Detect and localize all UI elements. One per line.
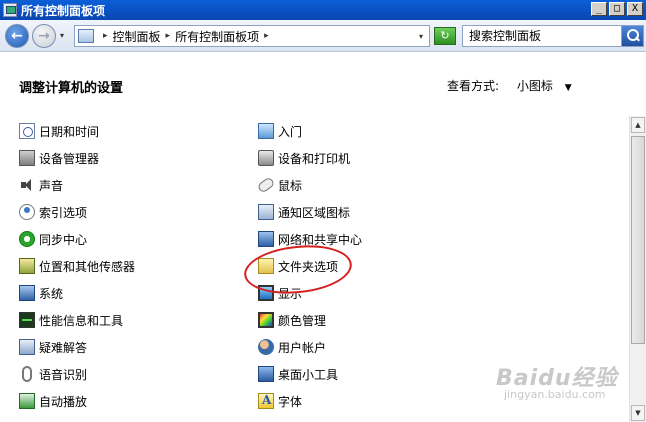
- item-speech-recognition[interactable]: 语音识别: [19, 365, 87, 383]
- users-icon: [258, 339, 274, 355]
- item-indexing-options[interactable]: 索引选项: [19, 203, 87, 221]
- system-icon: [19, 285, 35, 301]
- mouse-icon: [256, 176, 276, 194]
- baidu-watermark: Baidu经验 jingyan.baidu.com: [496, 360, 618, 401]
- address-bar[interactable]: ▸ 控制面板 ▸ 所有控制面板项 ▸ ▾: [74, 25, 430, 47]
- fonts-icon: [258, 393, 274, 409]
- minimize-button[interactable]: _: [591, 2, 607, 16]
- item-fonts[interactable]: 字体: [258, 392, 302, 410]
- item-system[interactable]: 系统: [19, 284, 63, 302]
- maximize-button[interactable]: □: [609, 2, 625, 16]
- control-panel-icon: [3, 3, 17, 17]
- scroll-up-icon[interactable]: ▲: [631, 117, 645, 133]
- scroll-down-icon[interactable]: ▼: [631, 405, 645, 421]
- watermark-url: jingyan.baidu.com: [504, 388, 606, 401]
- page-title: 调整计算机的设置: [19, 81, 124, 96]
- search-input[interactable]: [463, 27, 619, 45]
- troubleshoot-icon: [19, 339, 35, 355]
- item-getting-started[interactable]: 入门: [258, 122, 302, 140]
- color-management-icon: [258, 312, 274, 328]
- item-location-sensors[interactable]: 位置和其他传感器: [19, 257, 135, 275]
- search-icon[interactable]: [621, 26, 643, 46]
- speaker-icon: [19, 177, 35, 193]
- search-box[interactable]: [462, 25, 644, 47]
- scrollbar-thumb[interactable]: [631, 136, 645, 344]
- view-by: 查看方式: 小图标 ▼: [447, 77, 572, 94]
- item-color-management[interactable]: 颜色管理: [258, 311, 326, 329]
- control-panel-small-icon: [78, 29, 94, 43]
- vertical-scrollbar[interactable]: ▲ ▼: [629, 116, 646, 422]
- back-button[interactable]: ←: [5, 24, 29, 48]
- item-sync-center[interactable]: 同步中心: [19, 230, 87, 248]
- address-dropdown-icon[interactable]: ▾: [419, 32, 423, 41]
- forward-button[interactable]: →: [32, 24, 56, 48]
- breadcrumb-control-panel[interactable]: 控制面板: [113, 28, 161, 45]
- refresh-button[interactable]: ↻: [434, 27, 456, 45]
- close-button[interactable]: X: [627, 2, 643, 16]
- item-device-manager[interactable]: 设备管理器: [19, 149, 99, 167]
- printer-icon: [258, 150, 274, 166]
- item-troubleshooting[interactable]: 疑难解答: [19, 338, 87, 356]
- item-devices-printers[interactable]: 设备和打印机: [258, 149, 350, 167]
- item-autoplay[interactable]: 自动播放: [19, 392, 87, 410]
- item-user-accounts[interactable]: 用户帐户: [258, 338, 326, 356]
- item-notification-icons[interactable]: 通知区域图标: [258, 203, 350, 221]
- notification-area-icon: [258, 204, 274, 220]
- item-performance[interactable]: 性能信息和工具: [19, 311, 123, 329]
- microphone-icon: [22, 366, 32, 382]
- window-controls: _ □ X: [591, 2, 643, 16]
- view-by-dropdown[interactable]: 小图标: [517, 79, 553, 93]
- gadgets-icon: [258, 366, 274, 382]
- getting-started-icon: [258, 123, 274, 139]
- recent-pages-dropdown-icon[interactable]: ▾: [60, 31, 64, 40]
- breadcrumb-separator[interactable]: ▸: [264, 31, 269, 41]
- network-icon: [258, 231, 274, 247]
- breadcrumb-all-items[interactable]: 所有控制面板项: [175, 28, 259, 45]
- clock-icon: [19, 123, 35, 139]
- location-sensor-icon: [19, 258, 35, 274]
- indexing-icon: [19, 204, 35, 220]
- item-desktop-gadgets[interactable]: 桌面小工具: [258, 365, 338, 383]
- item-mouse[interactable]: 鼠标: [256, 176, 302, 194]
- control-panel-content: 调整计算机的设置 查看方式: 小图标 ▼ 日期和时间 设备管理器 声音 索引选项…: [0, 53, 646, 422]
- sync-icon: [19, 231, 35, 247]
- item-date-time[interactable]: 日期和时间: [19, 122, 99, 140]
- performance-icon: [19, 312, 35, 328]
- window-title: 所有控制面板项: [21, 3, 106, 18]
- item-sound[interactable]: 声音: [19, 176, 63, 194]
- navigation-bar: ← → ▾ ▸ 控制面板 ▸ 所有控制面板项 ▸ ▾ ↻: [0, 20, 646, 52]
- view-by-label: 查看方式:: [447, 79, 500, 93]
- breadcrumb-separator[interactable]: ▸: [103, 31, 108, 41]
- chevron-down-icon[interactable]: ▼: [565, 83, 572, 93]
- device-manager-icon: [19, 150, 35, 166]
- breadcrumb-separator[interactable]: ▸: [166, 31, 171, 41]
- title-bar: 所有控制面板项 _ □ X: [0, 0, 646, 20]
- autoplay-icon: [19, 393, 35, 409]
